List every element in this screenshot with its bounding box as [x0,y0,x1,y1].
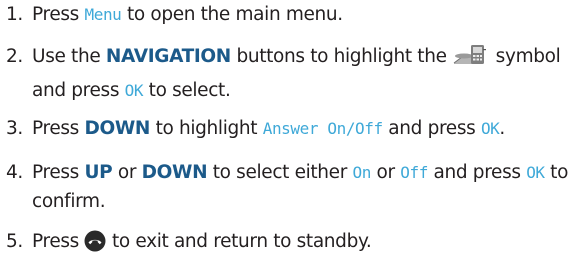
step-text: or [112,162,142,183]
instruction-list: 1. Press Menu to open the main menu. 2. … [0,0,586,263]
step-text: Press [32,231,85,252]
step-text: to select either [207,162,353,183]
step-text: Press [32,118,85,139]
navigation-key-label: NAVIGATION [105,46,231,67]
step-text: and press [427,162,527,183]
step-text: to select. [143,80,231,101]
step-4: 4. Press UP or DOWN to select either On … [6,158,578,216]
step-text: buttons to highlight the [230,46,453,67]
step-number: 1. [6,4,23,25]
step-3: 3. Press DOWN to highlight Answer On/Off… [6,114,578,143]
step-text: . [499,118,505,139]
phone-settings-icon [452,43,490,76]
off-display-text: Off [400,163,428,182]
step-number: 5. [6,231,23,252]
end-call-key-icon [84,230,106,261]
step-number: 2. [6,46,23,67]
step-text: and press [382,118,481,139]
on-display-text: On [352,163,372,182]
ok-display-text: OK [526,163,545,182]
menu-display-text: Menu [84,5,122,24]
step-text: or [370,162,401,183]
step-text: Press [32,162,85,183]
step-number: 3. [6,118,23,139]
step-1: 1. Press Menu to open the main menu. [6,0,578,29]
step-text: to exit and return to standby. [106,231,372,252]
step-text: to open the main menu. [121,4,343,25]
step-text: to highlight [150,118,263,139]
step-text: Press [32,4,85,25]
answer-on-off-display-text: Answer On/Off [262,119,383,138]
step-number: 4. [6,162,23,183]
up-key-label: UP [84,162,113,183]
down-key-label: DOWN [141,162,208,183]
step-text: Use the [32,46,106,67]
ok-display-text: OK [124,81,144,100]
down-key-label: DOWN [84,118,151,139]
step-5: 5. Press to exit and return to standby. [6,227,578,261]
step-2: 2. Use the NAVIGATION buttons to highlig… [6,42,578,105]
ok-display-text: OK [480,119,500,138]
